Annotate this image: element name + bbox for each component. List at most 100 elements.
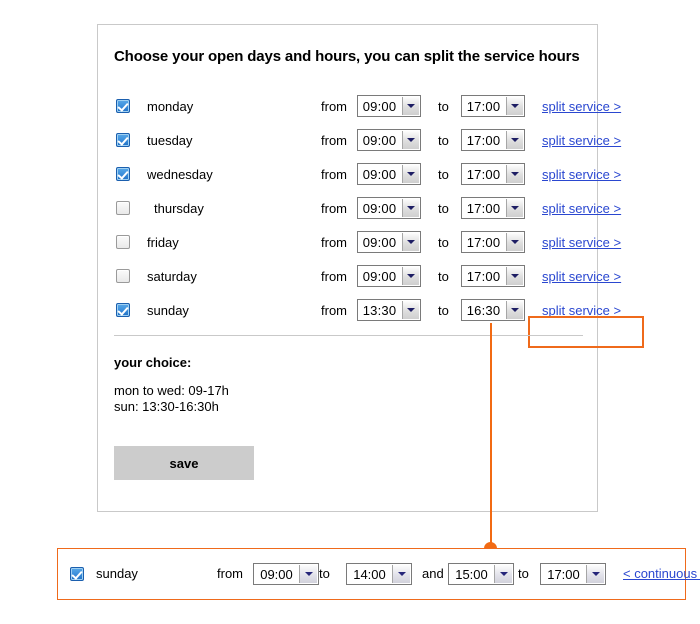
- from-time-value: 09:00: [362, 98, 397, 114]
- day-label: tuesday: [147, 132, 193, 148]
- from-label: from: [321, 200, 347, 216]
- split-service-link[interactable]: split service >: [542, 269, 621, 284]
- section-divider: [114, 335, 583, 336]
- from-time-select[interactable]: 09:00: [357, 129, 421, 151]
- from-label: from: [217, 566, 243, 581]
- chevron-down-icon: [402, 97, 419, 115]
- from-time-select[interactable]: 09:00: [357, 265, 421, 287]
- to-label: to: [438, 200, 449, 216]
- split-service-highlight: [528, 316, 644, 348]
- chevron-down-icon: [506, 301, 523, 319]
- checkbox-checked-icon: [70, 567, 84, 581]
- day-checkbox-tuesday[interactable]: [116, 133, 134, 147]
- split-service-link[interactable]: split service >: [542, 133, 621, 148]
- to-label: to: [438, 234, 449, 250]
- to-time-value: 17:00: [466, 132, 501, 148]
- save-button[interactable]: save: [114, 446, 254, 480]
- from-label: from: [321, 132, 347, 148]
- to-time-select[interactable]: 17:00: [461, 197, 525, 219]
- summary-text: mon to wed: 09-17h sun: 13:30-16:30h: [114, 383, 229, 415]
- chevron-down-icon: [506, 199, 523, 217]
- checkbox-checked-icon: [116, 133, 130, 147]
- from-time-select[interactable]: 09:00: [357, 163, 421, 185]
- checkbox-unchecked-icon: [116, 201, 130, 215]
- from-time-select[interactable]: 09:00: [357, 95, 421, 117]
- connector-line: [490, 323, 492, 548]
- day-checkbox-saturday[interactable]: [116, 269, 134, 283]
- to-time-select[interactable]: 17:00: [461, 95, 525, 117]
- checkbox-checked-icon: [116, 99, 130, 113]
- split-service-link[interactable]: split service >: [542, 235, 621, 250]
- day-checkbox-friday[interactable]: [116, 235, 134, 249]
- table-row: monday from 09:00 to 17:00 split service…: [98, 89, 621, 123]
- day-checkbox-wednesday[interactable]: [116, 167, 134, 181]
- to-time-select[interactable]: 16:30: [461, 299, 525, 321]
- to-label: to: [438, 98, 449, 114]
- chevron-down-icon: [506, 267, 523, 285]
- chevron-down-icon: [494, 565, 512, 583]
- to-time-value: 17:00: [466, 200, 501, 216]
- continuous-service-link[interactable]: < continuous service: [623, 566, 700, 581]
- from-label: from: [321, 98, 347, 114]
- day-label: monday: [147, 98, 194, 114]
- from-label: from: [321, 268, 347, 284]
- day-checkbox-monday[interactable]: [116, 99, 134, 113]
- to-time-select[interactable]: 17:00: [461, 163, 525, 185]
- to-time-value: 17:00: [466, 166, 501, 182]
- to-time-select[interactable]: 17:00: [461, 231, 525, 253]
- slot1-from-select[interactable]: 09:00: [253, 563, 319, 585]
- to-time-value: 17:00: [466, 234, 501, 250]
- from-time-select[interactable]: 13:30: [357, 299, 421, 321]
- slot1-to-value: 14:00: [353, 566, 386, 582]
- to-label: to: [438, 132, 449, 148]
- summary-title: your choice:: [114, 355, 192, 370]
- from-label: from: [321, 234, 347, 250]
- to-label: to: [438, 268, 449, 284]
- split-service-link[interactable]: split service >: [542, 167, 621, 182]
- chevron-down-icon: [506, 165, 523, 183]
- chevron-down-icon: [402, 301, 419, 319]
- day-label: saturday: [147, 268, 197, 284]
- to-time-value: 17:00: [466, 98, 501, 114]
- from-time-value: 09:00: [362, 132, 397, 148]
- from-time-select[interactable]: 09:00: [357, 231, 421, 253]
- and-label: and: [422, 566, 444, 581]
- chevron-down-icon: [402, 233, 419, 251]
- to-label: to: [438, 302, 449, 318]
- from-label: from: [321, 302, 347, 318]
- chevron-down-icon: [402, 165, 419, 183]
- from-time-value: 09:00: [362, 166, 397, 182]
- chevron-down-icon: [299, 565, 317, 583]
- from-label: from: [321, 166, 347, 182]
- day-label: wednesday: [147, 166, 213, 182]
- to-label: to: [319, 566, 330, 581]
- table-row: wednesday from 09:00 to 17:00 split serv…: [98, 157, 621, 191]
- day-checkbox-sunday[interactable]: [116, 303, 134, 317]
- table-row: friday from 09:00 to 17:00 split service…: [98, 225, 621, 259]
- to-time-select[interactable]: 17:00: [461, 129, 525, 151]
- chevron-down-icon: [506, 233, 523, 251]
- split-service-detail-panel: sunday from 09:00 to 14:00 and 15:00 to …: [57, 548, 700, 600]
- slot2-from-value: 15:00: [455, 566, 488, 582]
- checkbox-checked-icon: [116, 303, 130, 317]
- slot2-to-value: 17:00: [547, 566, 580, 582]
- open-hours-panel: Choose your open days and hours, you can…: [97, 24, 644, 512]
- day-rows-list: monday from 09:00 to 17:00 split service…: [98, 89, 621, 327]
- table-row: sunday from 09:00 to 14:00 and 15:00 to …: [58, 549, 700, 599]
- split-service-link[interactable]: split service >: [542, 99, 621, 114]
- chevron-down-icon: [506, 131, 523, 149]
- slot2-from-select[interactable]: 15:00: [448, 563, 514, 585]
- to-time-value: 16:30: [466, 302, 501, 318]
- slot1-to-select[interactable]: 14:00: [346, 563, 412, 585]
- from-time-select[interactable]: 09:00: [357, 197, 421, 219]
- to-time-select[interactable]: 17:00: [461, 265, 525, 287]
- slot2-to-select[interactable]: 17:00: [540, 563, 606, 585]
- chevron-down-icon: [402, 199, 419, 217]
- day-checkbox-thursday[interactable]: [116, 201, 134, 215]
- chevron-down-icon: [402, 131, 419, 149]
- summary-line-1: mon to wed: 09-17h: [114, 383, 229, 398]
- day-label: sunday: [96, 566, 138, 581]
- split-service-link[interactable]: split service >: [542, 201, 621, 216]
- day-checkbox-sunday-split[interactable]: [70, 567, 84, 581]
- chevron-down-icon: [586, 565, 604, 583]
